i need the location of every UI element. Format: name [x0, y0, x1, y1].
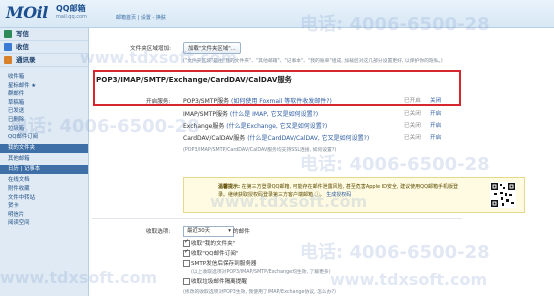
logo-subtitle: mail.qq.com — [56, 14, 87, 20]
receive-range-select[interactable]: 最近30天 ▾ — [183, 226, 234, 237]
service-help-link[interactable]: (什么是Exchange, 它又是如何设置?) — [226, 123, 327, 130]
option-checkbox[interactable] — [183, 238, 190, 247]
watermark-site: www.tdxsoft.com — [0, 268, 158, 287]
option-label: SMTP发信后保存到服务器 — [191, 261, 257, 267]
watermark-phone: 电话: 4006-6500-28 — [10, 116, 200, 137]
service-toggle-link[interactable]: 开启 — [430, 109, 441, 117]
service-toggle-link[interactable]: 开启 — [430, 121, 441, 129]
compose-button[interactable]: 写信 — [0, 28, 88, 41]
service-exchange: Exchange服务 (什么是Exchange, 它又是如何设置?) — [183, 121, 327, 130]
service-status: 已关闭 — [404, 135, 421, 141]
service-status: 已关闭 — [404, 111, 421, 117]
option-label: 收取"QQ邮件订阅" — [191, 251, 239, 257]
service-toggle-link[interactable]: 关闭 — [430, 96, 441, 104]
logo-title: QQ邮箱 — [56, 4, 86, 13]
option-label: 收取垃圾邮件隔离提醒 — [191, 279, 247, 285]
section-title: POP3/IMAP/SMTP/Exchange/CardDAV/CalDAV服务 — [96, 75, 292, 84]
smtp-note[interactable]: (以上收取选项对POP3/IMAP/SMTP/Exchange均生效, 了解更多… — [191, 268, 331, 275]
tip-prefix: 温馨提示: — [218, 184, 240, 190]
service-help-link[interactable]: (如何使用 Foxmail 等软件收发邮件?) — [231, 98, 332, 105]
sidebar-item-postcards[interactable]: 明信片 — [0, 211, 88, 220]
service-pop3: POP3/SMTP服务 (如何使用 Foxmail 等软件收发邮件?) — [183, 96, 332, 105]
receive-label: 收信 — [16, 43, 29, 51]
sidebar-folder-header[interactable]: 我的文件夹 — [0, 143, 88, 153]
service-toggle-link[interactable]: 开启 — [430, 133, 441, 141]
contacts-label: 通讯录 — [16, 56, 36, 64]
watermark-site: www.tdxsoft.com — [210, 192, 368, 211]
option-checkbox[interactable] — [183, 248, 190, 257]
sidebar-item-inbox[interactable]: 收件箱 — [0, 73, 88, 82]
sidebar-item-attachments[interactable]: 附件收藏 — [0, 185, 88, 194]
bottom-note[interactable]: (修改的收取选项对POP3生效, 我使用了IMAP/Exchange协议, 怎么… — [183, 288, 336, 295]
compose-label: 写信 — [16, 30, 29, 38]
receive-button[interactable]: 收信 — [0, 41, 88, 54]
service-help-link[interactable]: (什么是 IMAP, 它又是如何设置?) — [230, 111, 318, 118]
watermark-phone: 电话: 4006-6500-28 — [300, 14, 490, 35]
top-links[interactable]: 邮箱首页 | 设置 - 换肤 — [116, 14, 166, 21]
watermark-site: www.tdxsoft.com — [80, 48, 238, 67]
service-help-link[interactable]: (什么是CardDAV/CalDAV, 它又是如何设置?) — [247, 135, 369, 142]
service-status: 已关闭 — [404, 123, 421, 129]
enable-service-label: 开启服务: — [146, 99, 171, 105]
option-checkbox[interactable] — [183, 278, 190, 285]
divider — [92, 218, 462, 219]
option-checkbox[interactable] — [183, 260, 190, 267]
logo[interactable]: MOil — [6, 3, 48, 22]
sidebar-item-group-mail[interactable]: 群邮件 — [0, 90, 88, 99]
contacts-icon — [4, 56, 12, 64]
sidebar-item-drafts[interactable]: 草稿箱 — [0, 99, 88, 108]
chevron-down-icon: ▾ — [228, 228, 231, 234]
sidebar-item-starred[interactable]: 星标邮件 ★ — [0, 82, 88, 91]
receive-range-suffix: 的邮件 — [233, 229, 250, 235]
qr-code-icon — [490, 182, 516, 208]
sidebar-item-cards[interactable]: 贺卡 — [0, 202, 88, 211]
service-carddav: CardDAV/CalDAV服务 (什么是CardDAV/CalDAV, 它又是… — [183, 133, 369, 142]
sidebar-item-reading-space[interactable]: 阅读空间 — [0, 219, 88, 228]
watermark-phone: 电话: 4006-6500-28 — [300, 154, 490, 175]
watermark-site: www.tdxsoft.com — [330, 270, 488, 289]
receive-range-value: 最近30天 — [187, 228, 211, 234]
watermark-phone: 电话: 4006-6500-28 — [300, 242, 490, 263]
service-imap: IMAP/SMTP服务 (什么是 IMAP, 它又是如何设置?) — [183, 109, 318, 118]
sidebar-item-online-docs[interactable]: 在线文档 — [0, 176, 88, 185]
sidebar: 写信 收信 通讯录 收件箱 星标邮件 ★ 群邮件 草稿箱 已发送 已删除 垃圾箱… — [0, 28, 89, 296]
sidebar-tools-header[interactable]: 日历 | 记事本 — [0, 165, 88, 175]
service-status: 已开启 — [404, 98, 421, 104]
sidebar-item-file-transfer[interactable]: 文件中转站 — [0, 194, 88, 203]
inbox-icon — [4, 43, 12, 51]
sidebar-item-other-mailbox[interactable]: 其他邮箱 — [0, 155, 88, 164]
pen-icon — [4, 30, 12, 38]
receive-options-label: 收取选项: — [146, 229, 171, 235]
option-label: 收取"我的文件夹" — [191, 241, 236, 247]
service-name: POP3/SMTP服务 — [183, 98, 230, 105]
contacts-button[interactable]: 通讯录 — [0, 54, 88, 67]
